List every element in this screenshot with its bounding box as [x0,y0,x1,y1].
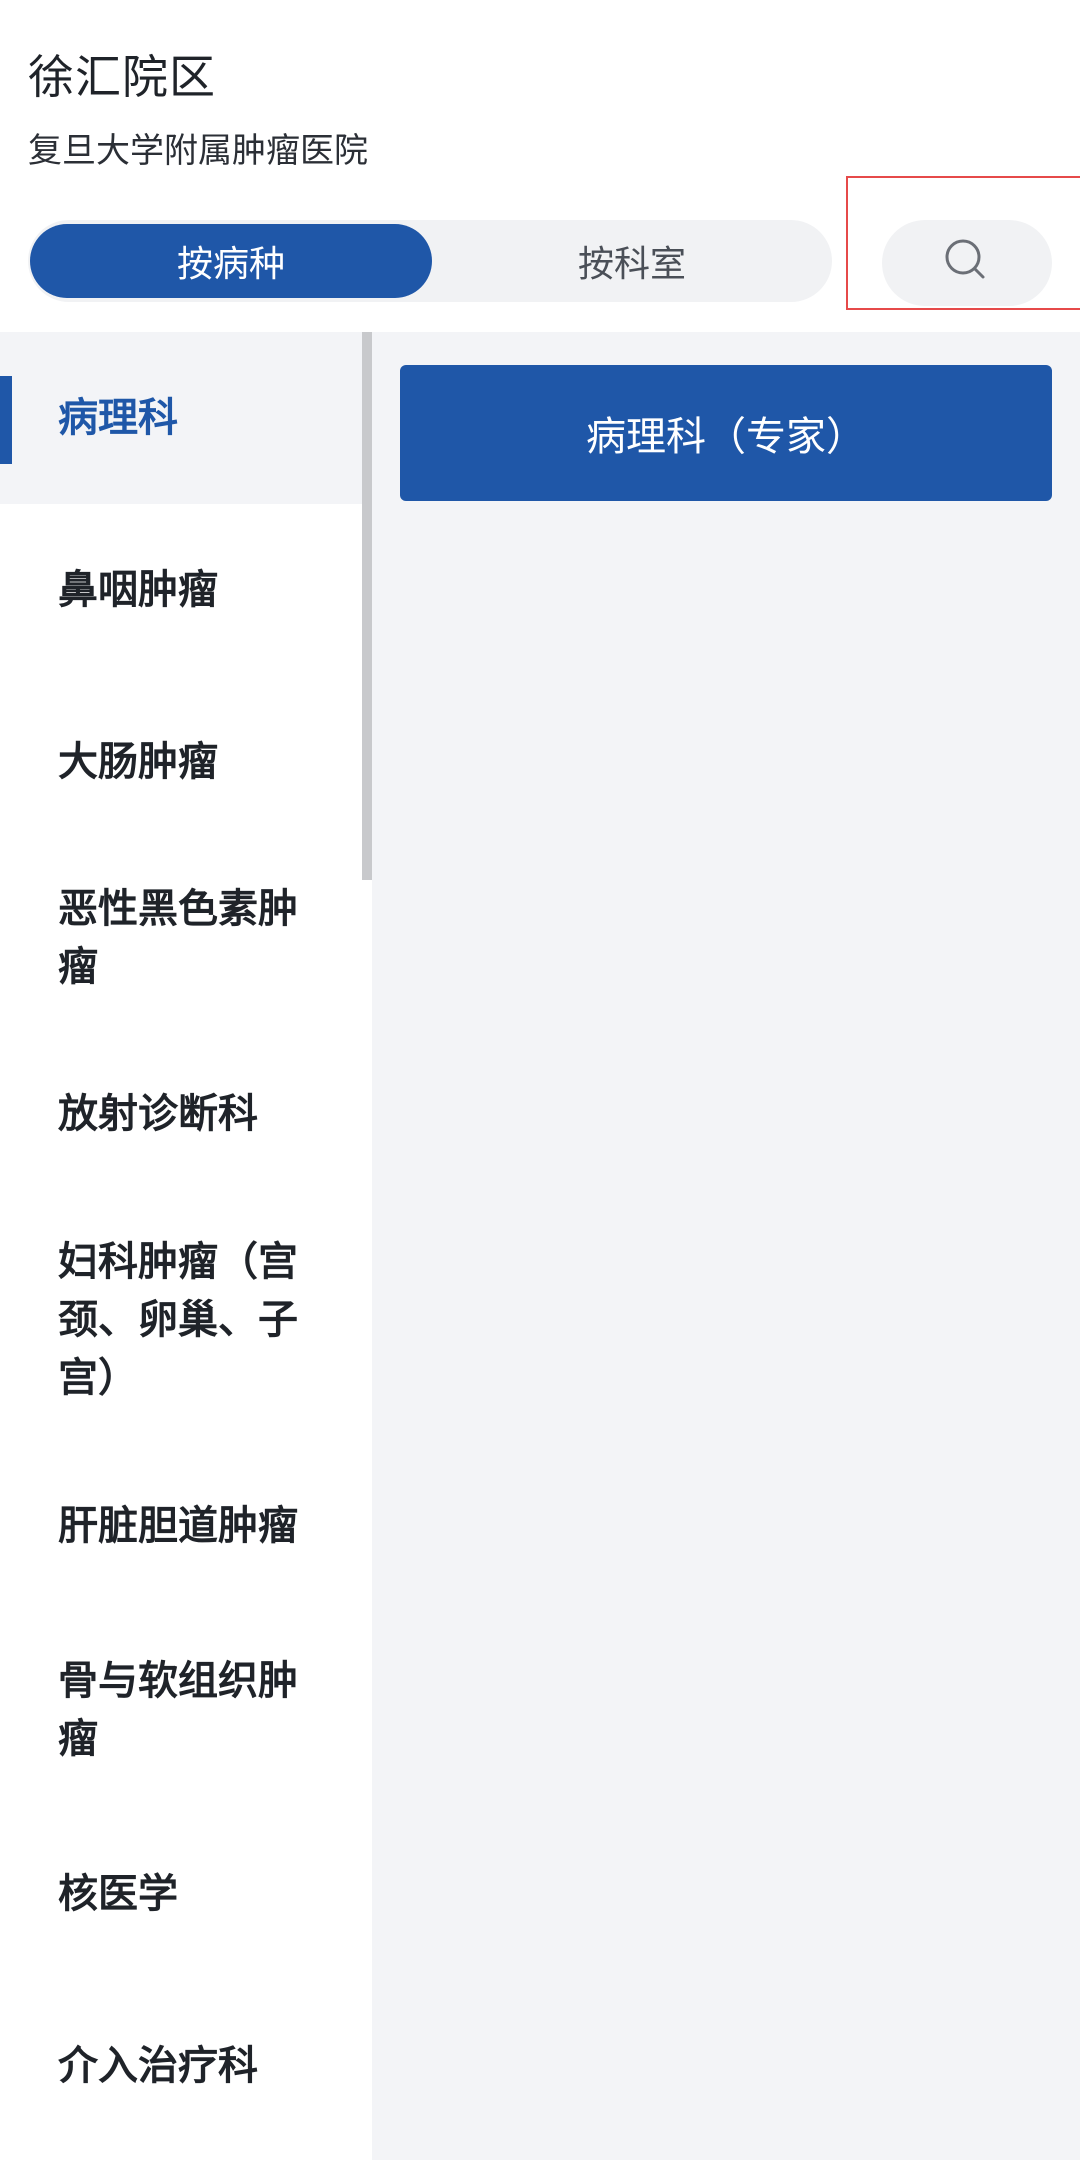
sidebar-item-label: 恶性黑色素肿瘤 [58,886,298,990]
sidebar-item-label: 鼻咽肿瘤 [58,567,218,613]
sidebar-item-label: 介入治疗科 [58,2043,258,2089]
sidebar-item-label: 病理科 [58,395,178,441]
sidebar-item-label: 核医学 [58,1871,178,1917]
category-segmented-control: 按病种 按科室 [28,220,832,302]
sidebar-item-gynecology[interactable]: 妇科肿瘤（宫颈、卵巢、子宫） [0,1200,362,1440]
sidebar-item-label: 大肠肿瘤 [58,739,218,785]
sidebar-item-label: 妇科肿瘤（宫颈、卵巢、子宫） [58,1239,298,1401]
search-button[interactable] [882,220,1052,306]
sidebar-item-label: 骨与软组织肿瘤 [58,1658,298,1762]
sidebar-item-nasopharynx[interactable]: 鼻咽肿瘤 [0,504,362,676]
department-card-label: 病理科（专家） [586,414,866,460]
sidebar-item-colorectal[interactable]: 大肠肿瘤 [0,676,362,848]
sidebar-item-pathology[interactable]: 病理科 [0,332,362,504]
sidebar-item-nuclear-medicine[interactable]: 核医学 [0,1808,362,1980]
sidebar-item-radiology[interactable]: 放射诊断科 [0,1028,362,1200]
tab-by-disease[interactable]: 按病种 [30,224,432,298]
sidebar-item-interventional[interactable]: 介入治疗科 [0,1980,362,2152]
sidebar-item-melanoma[interactable]: 恶性黑色素肿瘤 [0,848,362,1028]
header: 徐汇院区 复旦大学附属肿瘤医院 按病种 按科室 [0,0,1080,332]
sidebar-scrollbar[interactable] [362,332,372,880]
campus-title: 徐汇院区 [28,50,216,104]
active-indicator [0,376,12,464]
tab-by-department[interactable]: 按科室 [436,224,828,298]
sidebar-item-label: 放射诊断科 [58,1091,258,1137]
department-card[interactable]: 病理科（专家） [400,365,1052,501]
disease-sidebar: 病理科 鼻咽肿瘤 大肠肿瘤 恶性黑色素肿瘤 放射诊断科 妇科肿瘤（宫颈、卵巢、子… [0,332,372,2160]
sidebar-item-bone-soft-tissue[interactable]: 骨与软组织肿瘤 [0,1612,362,1808]
hospital-subtitle: 复旦大学附属肿瘤医院 [28,131,368,171]
search-icon [943,237,991,289]
sidebar-item-hepatobiliary[interactable]: 肝脏胆道肿瘤 [0,1440,362,1612]
content-area: 病理科 鼻咽肿瘤 大肠肿瘤 恶性黑色素肿瘤 放射诊断科 妇科肿瘤（宫颈、卵巢、子… [0,332,1080,2160]
sidebar-item-label: 肝脏胆道肿瘤 [58,1503,298,1549]
